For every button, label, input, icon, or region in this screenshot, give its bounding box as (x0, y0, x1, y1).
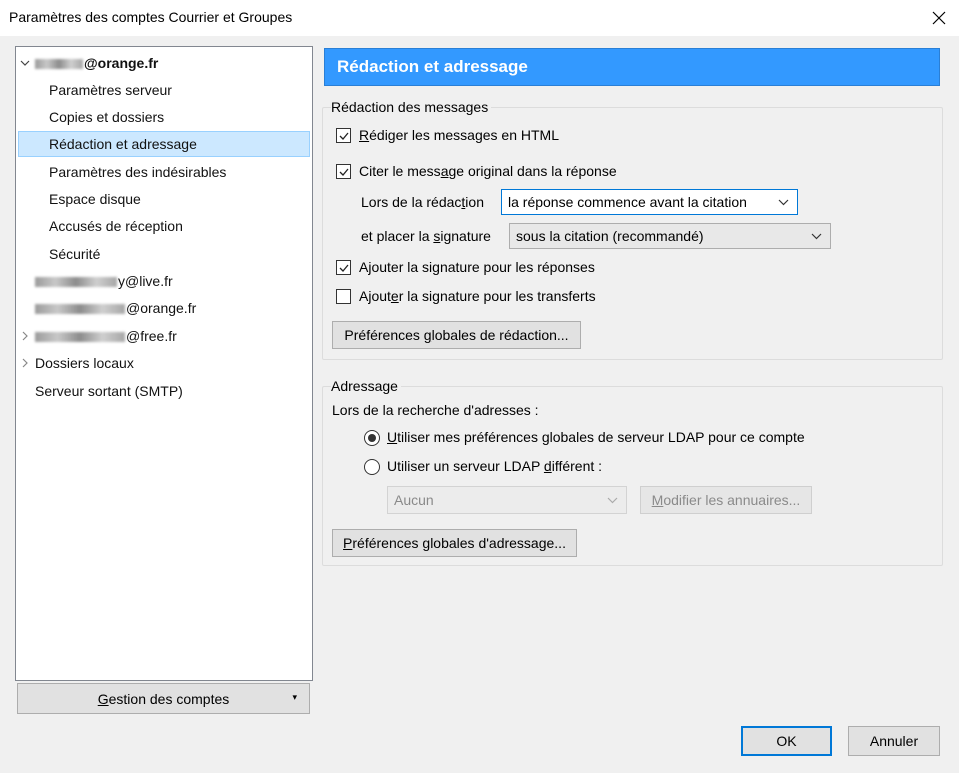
check-icon (339, 168, 348, 176)
tree-item-security[interactable]: Sécurité (49, 241, 100, 267)
composition-legend: Rédaction des messages (331, 99, 492, 115)
reply-position-select[interactable]: la réponse commence avant la citation (501, 189, 798, 215)
html-checkbox-label[interactable]: Rédiger les messages en HTML (359, 127, 559, 143)
signature-reply-checkbox[interactable] (336, 260, 351, 275)
tree-account-4[interactable]: @free.fr (18, 323, 310, 349)
radio-dot (368, 434, 376, 442)
window-title: Paramètres des comptes Courrier et Group… (9, 9, 293, 25)
tree-account-1[interactable]: @orange.fr (18, 50, 310, 76)
quote-checkbox[interactable] (336, 164, 351, 179)
ldap-global-radio[interactable] (364, 430, 380, 446)
tree-item-label: Dossiers locaux (35, 355, 134, 371)
dropdown-arrow-icon: ▾ (292, 692, 297, 702)
edit-directories-button[interactable]: Modifier les annuaires... (640, 486, 812, 514)
tree-item-disk-space[interactable]: Espace disque (49, 186, 141, 212)
address-lookup-label: Lors de la recherche d'adresses : (332, 402, 539, 418)
signature-forward-checkbox[interactable] (336, 289, 351, 304)
account-tree[interactable]: @orange.fr Paramètres serveur Copies et … (15, 46, 313, 681)
ldap-server-select[interactable]: Aucun (387, 486, 627, 514)
tree-account-label: @orange.fr (84, 55, 159, 71)
tree-account-label: y@live.fr (118, 273, 173, 289)
chevron-right-icon[interactable] (18, 323, 32, 349)
redacted-address (35, 59, 83, 70)
ldap-different-label[interactable]: Utiliser un serveur LDAP différent : (387, 458, 602, 474)
reply-position-label: Lors de la rédaction (361, 194, 484, 210)
tree-item-junk[interactable]: Paramètres des indésirables (49, 159, 226, 185)
signature-reply-label[interactable]: Ajouter la signature pour les réponses (359, 259, 595, 275)
tree-item-receipts[interactable]: Accusés de réception (49, 213, 183, 239)
tree-account-3[interactable]: @orange.fr (18, 295, 310, 321)
ldap-different-radio[interactable] (364, 459, 380, 475)
redacted-address (35, 304, 125, 315)
chevron-down-icon (607, 487, 618, 513)
signature-forward-label[interactable]: Ajouter la signature pour les transferts (359, 288, 596, 304)
global-addressing-prefs-button[interactable]: Préférences globales d'adressage... (332, 529, 577, 557)
cancel-button[interactable]: Annuler (848, 726, 940, 756)
redacted-address (35, 277, 117, 288)
close-icon (932, 11, 946, 25)
signature-position-select[interactable]: sous la citation (recommandé) (509, 223, 831, 249)
chevron-down-icon (778, 190, 789, 214)
tree-account-label: @free.fr (126, 328, 177, 344)
chevron-down-icon (811, 224, 822, 248)
check-icon (339, 132, 348, 140)
ok-button[interactable]: OK (741, 726, 832, 756)
tree-item-copies-folders[interactable]: Copies et dossiers (49, 104, 164, 130)
ldap-global-label[interactable]: Utiliser mes préférences globales de ser… (387, 429, 805, 445)
global-composition-prefs-button[interactable]: Préférences globales de rédaction... (332, 321, 581, 349)
title-bar: Paramètres des comptes Courrier et Group… (0, 0, 962, 36)
tree-item-composition[interactable]: Rédaction et adressage (18, 131, 310, 157)
chevron-right-icon[interactable] (18, 350, 32, 376)
addressing-legend: Adressage (331, 378, 401, 394)
account-actions-button[interactable]: Gestion des comptes ▾ (17, 683, 310, 714)
redacted-address (35, 332, 125, 343)
tree-account-2[interactable]: y@live.fr (18, 268, 310, 294)
quote-checkbox-label[interactable]: Citer le message original dans la répons… (359, 163, 617, 179)
chevron-down-icon[interactable] (18, 50, 32, 76)
tree-item-smtp[interactable]: Serveur sortant (SMTP) (35, 378, 183, 404)
tree-account-label: @orange.fr (126, 300, 197, 316)
page-title: Rédaction et adressage (324, 48, 940, 86)
check-icon (339, 264, 348, 272)
close-button[interactable] (916, 0, 962, 36)
signature-position-label: et placer la signature (361, 228, 491, 244)
html-checkbox[interactable] (336, 128, 351, 143)
tree-item-local-folders[interactable]: Dossiers locaux (18, 350, 310, 376)
tree-item-server-settings[interactable]: Paramètres serveur (49, 77, 172, 103)
